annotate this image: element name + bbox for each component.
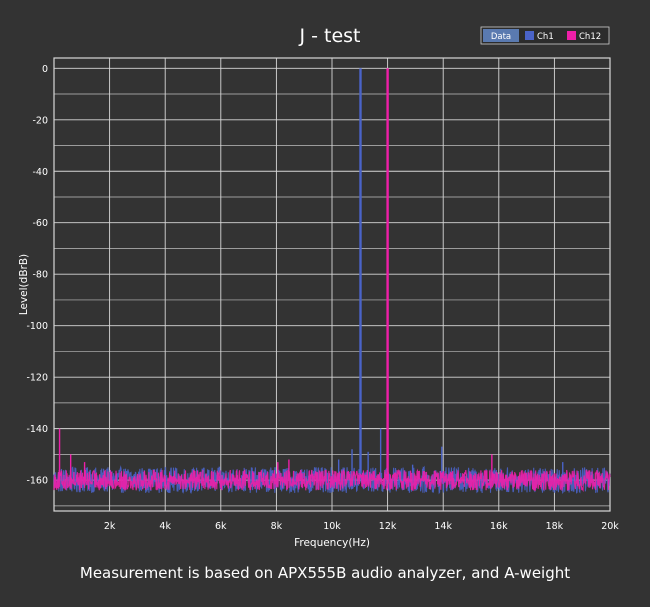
chart-title: J - test (298, 25, 360, 47)
legend-header: Data (491, 32, 511, 42)
x-tick-label: 16k (490, 521, 508, 532)
x-tick-label: 2k (104, 521, 116, 532)
legend-swatch-ch12 (567, 31, 576, 40)
x-tick-label: 12k (379, 521, 397, 532)
x-tick-label: 18k (546, 521, 564, 532)
y-tick-label: -160 (26, 476, 48, 487)
x-tick-label: 8k (271, 521, 283, 532)
x-axis-label: Frequency(Hz) (294, 537, 370, 549)
x-tick-label: 4k (159, 521, 171, 532)
y-tick-label: -100 (26, 321, 48, 332)
legend-swatch-ch1 (525, 31, 534, 40)
y-axis-label: Level(dBrB) (18, 254, 30, 315)
x-tick-label: 14k (434, 521, 452, 532)
y-tick-label: -120 (26, 373, 48, 384)
y-tick-label: -60 (32, 218, 48, 229)
x-tick-label: 6k (215, 521, 227, 532)
x-tick-label: 10k (323, 521, 341, 532)
caption: Measurement is based on APX555B audio an… (79, 564, 571, 582)
chart-figure: 0 -20 -40 -60 -80 -100 -120 -140 -160 2k 4k 6k 8k 10k… (0, 0, 650, 607)
y-tick-label: -20 (32, 115, 48, 126)
legend-label-ch1: Ch1 (537, 32, 554, 42)
y-tick-label: -140 (26, 424, 48, 435)
y-tick-label: -80 (32, 270, 48, 281)
y-tick-label: -40 (32, 167, 48, 178)
spectrum-chart: 0 -20 -40 -60 -80 -100 -120 -140 -160 2k 4k 6k 8k 10k… (18, 25, 619, 549)
y-tick-label: 0 (42, 64, 48, 75)
legend-label-ch12: Ch12 (579, 32, 601, 42)
x-tick-label: 20k (601, 521, 619, 532)
